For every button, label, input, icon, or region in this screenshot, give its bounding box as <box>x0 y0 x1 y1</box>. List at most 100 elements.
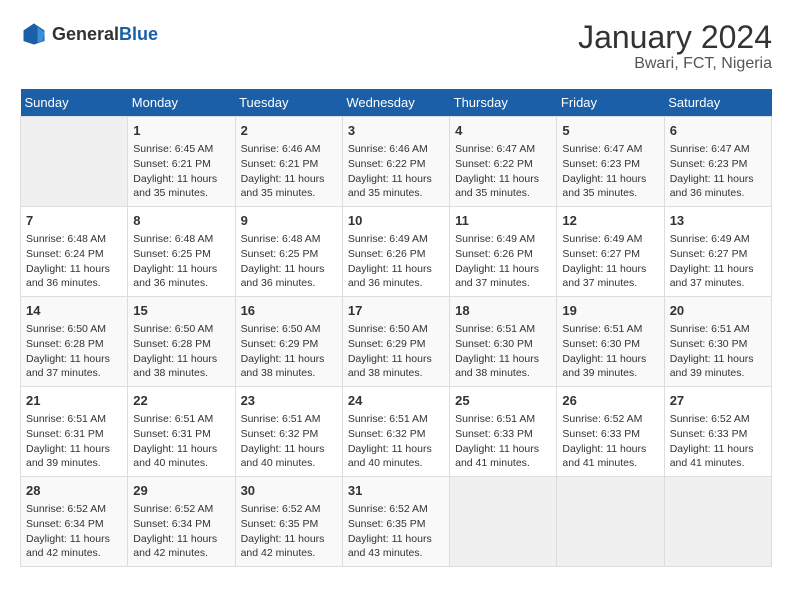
day-number: 9 <box>241 212 337 230</box>
calendar-day-cell: 30Sunrise: 6:52 AM Sunset: 6:35 PM Dayli… <box>235 476 342 566</box>
day-number: 17 <box>348 302 444 320</box>
calendar-day-cell: 8 Sunrise: 6:48 AM Sunset: 6:25 PM Daylig… <box>128 207 235 297</box>
day-number: 8 <box>133 212 229 230</box>
day-number: 1 <box>133 122 229 140</box>
calendar-day-cell: 6Sunrise: 6:47 AM Sunset: 6:23 PM Daylig… <box>664 117 771 207</box>
day-number: 13 <box>670 212 766 230</box>
day-number: 26 <box>562 392 658 410</box>
day-detail: Sunrise: 6:49 AM Sunset: 6:27 PM Dayligh… <box>670 232 766 291</box>
day-number: 4 <box>455 122 551 140</box>
calendar-subtitle: Bwari, FCT, Nigeria <box>578 55 772 73</box>
day-detail: Sunrise: 6:52 AM Sunset: 6:35 PM Dayligh… <box>241 502 337 561</box>
day-detail: Sunrise: 6:47 AM Sunset: 6:23 PM Dayligh… <box>670 142 766 201</box>
day-detail: Sunrise: 6:48 AM Sunset: 6:25 PM Dayligh… <box>241 232 337 291</box>
day-number: 16 <box>241 302 337 320</box>
calendar-week-row: 14 Sunrise: 6:50 AM Sunset: 6:28 PM Dayli… <box>21 297 772 387</box>
weekday-header-cell: Thursday <box>450 89 557 117</box>
day-number: 20 <box>670 302 766 320</box>
weekday-header-cell: Friday <box>557 89 664 117</box>
day-detail: Sunrise: 6:52 AM Sunset: 6:33 PM Dayligh… <box>670 412 766 471</box>
day-detail: Sunrise: 6:51 AM Sunset: 6:30 PM Dayligh… <box>562 322 658 381</box>
calendar-day-cell: 27 Sunrise: 6:52 AM Sunset: 6:33 PM Dayli… <box>664 387 771 477</box>
day-detail: Sunrise: 6:46 AM Sunset: 6:21 PM Dayligh… <box>241 142 337 201</box>
day-detail: Sunrise: 6:52 AM Sunset: 6:35 PM Dayligh… <box>348 502 444 561</box>
calendar-day-cell <box>450 476 557 566</box>
day-detail: Sunrise: 6:52 AM Sunset: 6:33 PM Dayligh… <box>562 412 658 471</box>
calendar-day-cell <box>664 476 771 566</box>
day-number: 21 <box>26 392 122 410</box>
calendar-day-cell: 9 Sunrise: 6:48 AM Sunset: 6:25 PM Daylig… <box>235 207 342 297</box>
day-number: 19 <box>562 302 658 320</box>
calendar-day-cell: 26 Sunrise: 6:52 AM Sunset: 6:33 PM Dayli… <box>557 387 664 477</box>
calendar-week-row: 21 Sunrise: 6:51 AM Sunset: 6:31 PM Dayli… <box>21 387 772 477</box>
day-detail: Sunrise: 6:50 AM Sunset: 6:28 PM Dayligh… <box>26 322 122 381</box>
calendar-body: 1 Sunrise: 6:45 AM Sunset: 6:21 PM Daylig… <box>21 117 772 567</box>
calendar-day-cell: 29 Sunrise: 6:52 AM Sunset: 6:34 PM Dayli… <box>128 476 235 566</box>
day-detail: Sunrise: 6:52 AM Sunset: 6:34 PM Dayligh… <box>26 502 122 561</box>
day-number: 23 <box>241 392 337 410</box>
calendar-day-cell: 22 Sunrise: 6:51 AM Sunset: 6:31 PM Dayli… <box>128 387 235 477</box>
calendar-day-cell: 17 Sunrise: 6:50 AM Sunset: 6:29 PM Dayli… <box>342 297 449 387</box>
calendar-day-cell: 19 Sunrise: 6:51 AM Sunset: 6:30 PM Dayli… <box>557 297 664 387</box>
day-number: 29 <box>133 482 229 500</box>
calendar-day-cell: 7Sunrise: 6:48 AM Sunset: 6:24 PM Daylig… <box>21 207 128 297</box>
day-number: 15 <box>133 302 229 320</box>
calendar-table: SundayMondayTuesdayWednesdayThursdayFrid… <box>20 89 772 567</box>
day-detail: Sunrise: 6:47 AM Sunset: 6:22 PM Dayligh… <box>455 142 551 201</box>
day-number: 2 <box>241 122 337 140</box>
day-detail: Sunrise: 6:51 AM Sunset: 6:30 PM Dayligh… <box>455 322 551 381</box>
page-header: GeneralBlue January 2024 Bwari, FCT, Nig… <box>20 20 772 73</box>
weekday-header-cell: Sunday <box>21 89 128 117</box>
calendar-day-cell: 1 Sunrise: 6:45 AM Sunset: 6:21 PM Daylig… <box>128 117 235 207</box>
day-number: 10 <box>348 212 444 230</box>
day-detail: Sunrise: 6:51 AM Sunset: 6:30 PM Dayligh… <box>670 322 766 381</box>
calendar-day-cell: 31 Sunrise: 6:52 AM Sunset: 6:35 PM Dayli… <box>342 476 449 566</box>
day-detail: Sunrise: 6:48 AM Sunset: 6:25 PM Dayligh… <box>133 232 229 291</box>
day-number: 14 <box>26 302 122 320</box>
day-detail: Sunrise: 6:49 AM Sunset: 6:26 PM Dayligh… <box>455 232 551 291</box>
calendar-day-cell: 12 Sunrise: 6:49 AM Sunset: 6:27 PM Dayli… <box>557 207 664 297</box>
day-detail: Sunrise: 6:50 AM Sunset: 6:29 PM Dayligh… <box>348 322 444 381</box>
calendar-day-cell: 25Sunrise: 6:51 AM Sunset: 6:33 PM Dayli… <box>450 387 557 477</box>
day-number: 27 <box>670 392 766 410</box>
logo-blue: Blue <box>119 24 158 44</box>
day-detail: Sunrise: 6:47 AM Sunset: 6:23 PM Dayligh… <box>562 142 658 201</box>
day-detail: Sunrise: 6:52 AM Sunset: 6:34 PM Dayligh… <box>133 502 229 561</box>
logo-icon <box>20 20 48 48</box>
day-number: 3 <box>348 122 444 140</box>
calendar-week-row: 28Sunrise: 6:52 AM Sunset: 6:34 PM Dayli… <box>21 476 772 566</box>
calendar-day-cell: 28Sunrise: 6:52 AM Sunset: 6:34 PM Dayli… <box>21 476 128 566</box>
calendar-day-cell: 5 Sunrise: 6:47 AM Sunset: 6:23 PM Daylig… <box>557 117 664 207</box>
calendar-day-cell: 24Sunrise: 6:51 AM Sunset: 6:32 PM Dayli… <box>342 387 449 477</box>
day-detail: Sunrise: 6:51 AM Sunset: 6:32 PM Dayligh… <box>348 412 444 471</box>
day-detail: Sunrise: 6:46 AM Sunset: 6:22 PM Dayligh… <box>348 142 444 201</box>
day-detail: Sunrise: 6:51 AM Sunset: 6:31 PM Dayligh… <box>133 412 229 471</box>
day-number: 22 <box>133 392 229 410</box>
calendar-day-cell <box>557 476 664 566</box>
weekday-header-cell: Monday <box>128 89 235 117</box>
day-number: 11 <box>455 212 551 230</box>
calendar-day-cell: 23Sunrise: 6:51 AM Sunset: 6:32 PM Dayli… <box>235 387 342 477</box>
day-detail: Sunrise: 6:50 AM Sunset: 6:28 PM Dayligh… <box>133 322 229 381</box>
day-number: 18 <box>455 302 551 320</box>
day-detail: Sunrise: 6:45 AM Sunset: 6:21 PM Dayligh… <box>133 142 229 201</box>
calendar-day-cell: 3 Sunrise: 6:46 AM Sunset: 6:22 PM Daylig… <box>342 117 449 207</box>
day-detail: Sunrise: 6:51 AM Sunset: 6:31 PM Dayligh… <box>26 412 122 471</box>
day-detail: Sunrise: 6:50 AM Sunset: 6:29 PM Dayligh… <box>241 322 337 381</box>
calendar-day-cell <box>21 117 128 207</box>
day-number: 5 <box>562 122 658 140</box>
day-detail: Sunrise: 6:49 AM Sunset: 6:27 PM Dayligh… <box>562 232 658 291</box>
day-number: 12 <box>562 212 658 230</box>
day-number: 31 <box>348 482 444 500</box>
day-number: 25 <box>455 392 551 410</box>
calendar-day-cell: 11 Sunrise: 6:49 AM Sunset: 6:26 PM Dayli… <box>450 207 557 297</box>
weekday-header-cell: Wednesday <box>342 89 449 117</box>
calendar-day-cell: 15 Sunrise: 6:50 AM Sunset: 6:28 PM Dayli… <box>128 297 235 387</box>
calendar-day-cell: 4 Sunrise: 6:47 AM Sunset: 6:22 PM Daylig… <box>450 117 557 207</box>
weekday-header-row: SundayMondayTuesdayWednesdayThursdayFrid… <box>21 89 772 117</box>
day-detail: Sunrise: 6:48 AM Sunset: 6:24 PM Dayligh… <box>26 232 122 291</box>
day-detail: Sunrise: 6:49 AM Sunset: 6:26 PM Dayligh… <box>348 232 444 291</box>
calendar-day-cell: 14 Sunrise: 6:50 AM Sunset: 6:28 PM Dayli… <box>21 297 128 387</box>
weekday-header-cell: Tuesday <box>235 89 342 117</box>
calendar-day-cell: 2 Sunrise: 6:46 AM Sunset: 6:21 PM Daylig… <box>235 117 342 207</box>
